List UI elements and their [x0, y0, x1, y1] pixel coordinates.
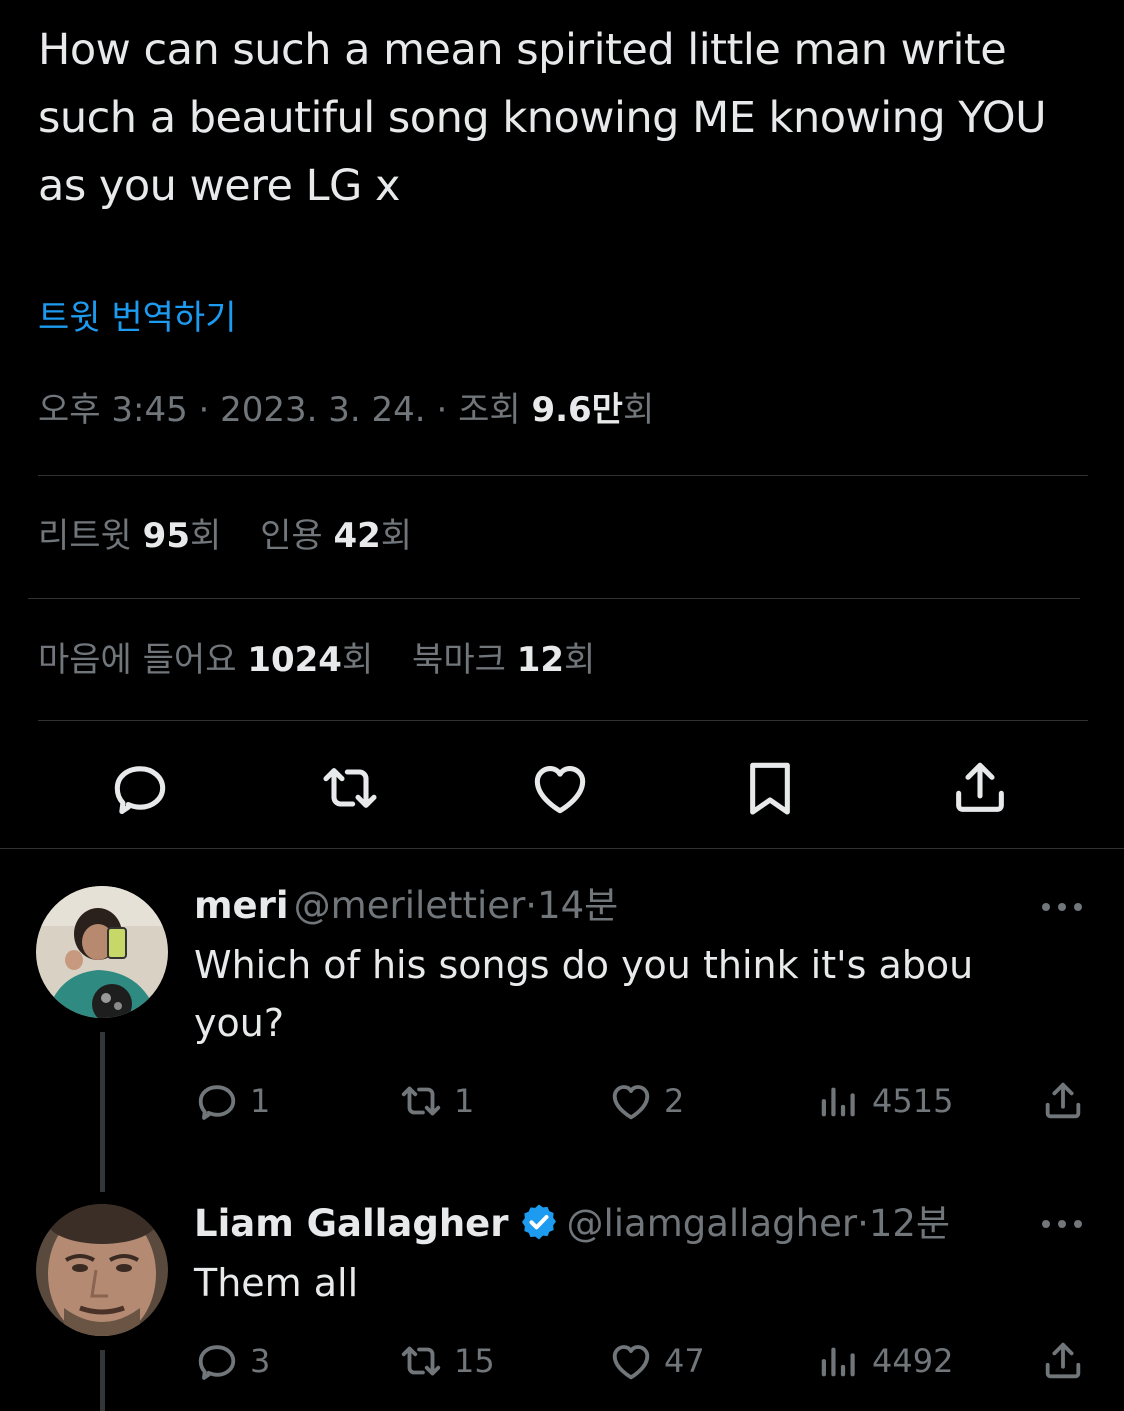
- bookmark-icon[interactable]: [738, 756, 802, 820]
- like-button[interactable]: 47: [608, 1338, 705, 1384]
- share-button[interactable]: [1040, 1078, 1096, 1124]
- more-options-icon[interactable]: [1040, 1214, 1084, 1234]
- reply-header: meri @merilettier·14분: [194, 880, 618, 939]
- analytics-icon: [821, 1087, 855, 1117]
- retweet-count: 1: [454, 1082, 475, 1120]
- tweet-time[interactable]: 오후 3:45: [38, 390, 188, 430]
- divider: [0, 848, 1124, 849]
- tweet-meta: 오후 3:45 · 2023. 3. 24. · 조회 9.6만회: [38, 386, 654, 434]
- reply-icon: [198, 1085, 236, 1120]
- divider: [38, 720, 1088, 721]
- verified-badge-icon: [519, 1202, 559, 1242]
- thread-line: [100, 1350, 105, 1411]
- retweet-quote-stats: 리트윗 95회 인용 42회: [38, 512, 412, 560]
- share-icon: [1045, 1342, 1081, 1379]
- like-icon[interactable]: [528, 756, 592, 820]
- view-count: 4515: [872, 1082, 954, 1120]
- reply-text: Which of his songs do you think it's abo…: [194, 943, 974, 1045]
- retweet-icon: [401, 1086, 441, 1116]
- reply-time[interactable]: 12분: [869, 1202, 950, 1245]
- bookmarks-stat[interactable]: 북마크 12회: [412, 640, 595, 680]
- share-button[interactable]: [1040, 1338, 1096, 1384]
- reply-header: Liam Gallagher @liamgallagher·12분: [194, 1198, 950, 1257]
- thread-line: [100, 1032, 105, 1192]
- reply-text: Them all: [194, 1261, 359, 1305]
- like-count: 2: [664, 1082, 685, 1120]
- retweet-count: 15: [454, 1342, 495, 1380]
- author-handle[interactable]: @liamgallagher: [567, 1202, 858, 1245]
- meta-separator: ·: [436, 390, 448, 430]
- reply-count: 3: [250, 1342, 271, 1380]
- reply-button[interactable]: 1: [194, 1078, 270, 1124]
- like-count: 47: [664, 1342, 705, 1380]
- analytics-icon: [821, 1347, 855, 1377]
- separator: ·: [525, 884, 538, 927]
- more-options-icon[interactable]: [1040, 897, 1084, 917]
- avatar[interactable]: [36, 1204, 168, 1336]
- author-name[interactable]: Liam Gallagher: [194, 1202, 509, 1245]
- translate-tweet-link[interactable]: 트윗 번역하기: [38, 294, 237, 342]
- reply-button[interactable]: 3: [194, 1338, 270, 1384]
- tweet-text: How can such a mean spirited little man …: [38, 25, 1047, 211]
- like-bookmark-stats: 마음에 들어요 1024회 북마크 12회: [38, 636, 595, 684]
- reply-icon: [198, 1345, 236, 1380]
- views-label: 조회: [458, 390, 521, 430]
- avatar[interactable]: [36, 886, 168, 1018]
- retweets-stat[interactable]: 리트윗 95회: [38, 516, 221, 556]
- views-suffix: 회: [622, 390, 655, 430]
- divider: [38, 475, 1088, 476]
- views-button[interactable]: 4515: [816, 1078, 953, 1124]
- tweet-date[interactable]: 2023. 3. 24.: [220, 390, 425, 430]
- reply-count: 1: [250, 1082, 271, 1120]
- like-button[interactable]: 2: [608, 1078, 684, 1124]
- views-button[interactable]: 4492: [816, 1338, 953, 1384]
- retweet-icon[interactable]: [318, 756, 382, 820]
- retweet-button[interactable]: 15: [398, 1338, 495, 1384]
- share-icon: [1045, 1082, 1081, 1119]
- views-count: 9.6만: [531, 390, 623, 430]
- reply-time[interactable]: 14분: [537, 884, 618, 927]
- likes-stat[interactable]: 마음에 들어요 1024회: [38, 640, 373, 680]
- like-icon: [612, 1085, 650, 1120]
- meta-separator: ·: [198, 390, 210, 430]
- share-icon[interactable]: [948, 756, 1012, 820]
- quotes-stat[interactable]: 인용 42회: [260, 516, 412, 556]
- retweet-icon: [401, 1346, 441, 1376]
- like-icon: [612, 1345, 650, 1380]
- retweet-button[interactable]: 1: [398, 1078, 474, 1124]
- reply-icon[interactable]: [108, 756, 172, 820]
- separator: ·: [857, 1202, 869, 1245]
- view-count: 4492: [872, 1342, 954, 1380]
- author-name[interactable]: meri: [194, 884, 289, 927]
- divider: [28, 598, 1080, 599]
- author-handle[interactable]: @merilettier: [294, 884, 526, 927]
